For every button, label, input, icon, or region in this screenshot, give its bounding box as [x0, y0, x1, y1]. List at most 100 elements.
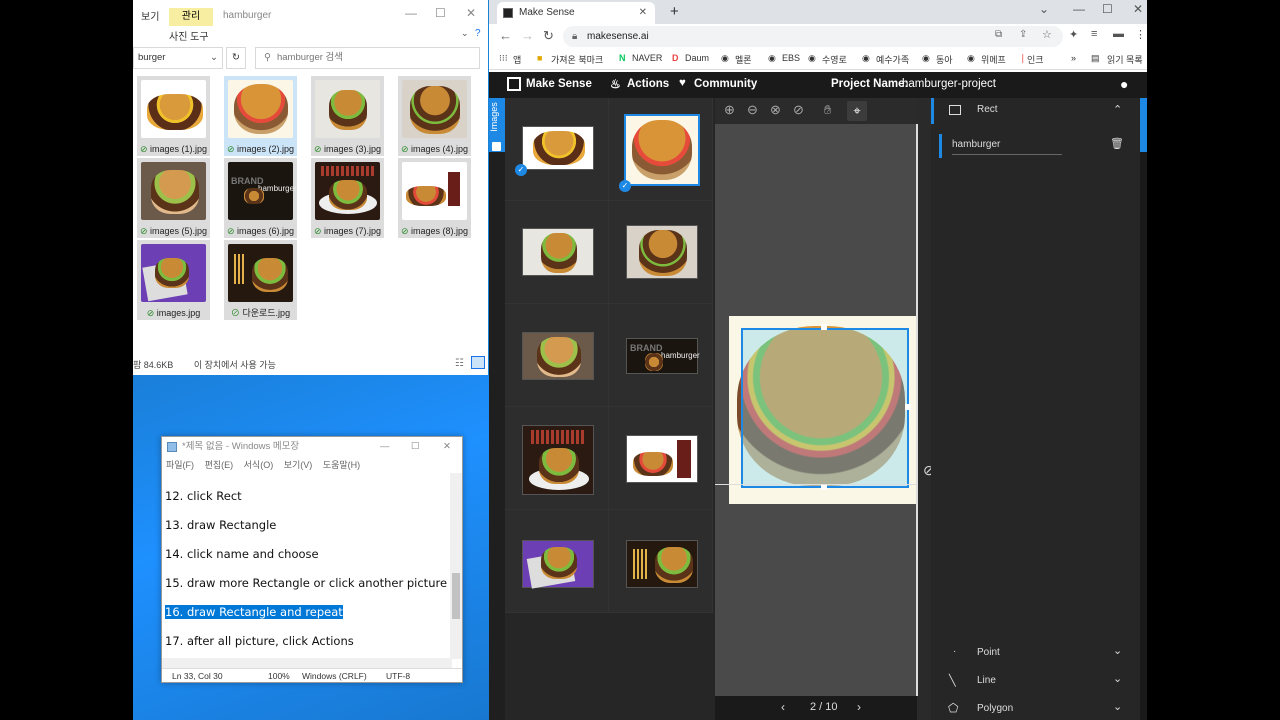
gallery-item[interactable]	[505, 510, 609, 613]
point-tool-header[interactable]: Point	[977, 647, 1000, 658]
bookmark-item[interactable]: EBS	[782, 53, 800, 63]
dropdown-icon[interactable]: ⌄	[210, 48, 218, 68]
community-menu[interactable]: Community	[694, 78, 757, 90]
bookmark-item[interactable]: 위메프	[981, 53, 1006, 66]
actions-menu[interactable]: Actions	[627, 78, 669, 90]
details-view-icon[interactable]: ☷	[455, 358, 464, 369]
chevron-up-icon[interactable]: ⌃	[1113, 103, 1122, 116]
labels-tab[interactable]	[1140, 98, 1147, 152]
bookmark-item[interactable]: 멜론	[735, 53, 752, 66]
bookmark-item[interactable]: 동아	[936, 53, 953, 66]
apps-icon[interactable]: ⁝⁝⁝	[499, 53, 508, 64]
close-icon[interactable]: ✕	[466, 6, 476, 20]
file-item[interactable]: ⊘ 다운로드.jpg	[224, 240, 297, 320]
maximize-icon[interactable]: ☐	[411, 437, 420, 457]
file-item[interactable]: ⊘ images (8).jpg	[398, 158, 471, 238]
close-tab-icon[interactable]: ✕	[639, 2, 647, 24]
notepad-text-area[interactable]: 12. click Rect 13. draw Rectangle 14. cl…	[162, 477, 450, 659]
next-page-icon[interactable]: ›	[857, 700, 861, 714]
bookmark-item[interactable]: 읽기 목록	[1107, 53, 1143, 66]
gallery-item[interactable]: ✓	[505, 98, 609, 201]
file-item[interactable]: ⊘ images (5).jpg	[137, 158, 210, 238]
images-tab[interactable]: Images	[489, 98, 505, 152]
zoom-in-icon[interactable]: ⊕	[724, 102, 735, 118]
file-item[interactable]: ⊘ images (3).jpg	[311, 76, 384, 156]
scroll-thumb[interactable]	[452, 573, 460, 619]
large-icons-view-icon[interactable]	[471, 356, 485, 369]
address-input[interactable]: 🔒︎ makesense.ai	[563, 26, 1063, 47]
line-tool-header[interactable]: Line	[977, 675, 996, 686]
chevron-down-icon[interactable]: ⌄	[1113, 672, 1122, 685]
help-icon[interactable]: ?	[475, 28, 481, 39]
label-row[interactable]: hamburger 🗑︎	[939, 134, 1124, 158]
project-name-input[interactable]: hamburger-project	[902, 78, 996, 90]
resize-handle[interactable]	[821, 324, 827, 330]
chevron-down-icon[interactable]: ⌄	[1113, 644, 1122, 657]
horizontal-scrollbar[interactable]	[162, 658, 452, 668]
prev-page-icon[interactable]: ‹	[781, 700, 785, 714]
file-item[interactable]: ⊘ images (4).jpg	[398, 76, 471, 156]
search-input[interactable]: ⚲ hamburger 검색	[255, 47, 480, 69]
minimize-icon[interactable]: —	[380, 437, 390, 457]
file-item[interactable]: BRAND hamburger ⊘ images (6).jpg	[224, 158, 297, 238]
gallery-item[interactable]	[505, 201, 609, 304]
extensions-icon[interactable]: ✦	[1069, 28, 1078, 41]
reload-icon[interactable]: ↻	[543, 28, 554, 44]
refresh-button[interactable]: ↻	[226, 47, 246, 69]
gallery-item[interactable]	[505, 407, 609, 510]
back-icon[interactable]: ←	[499, 28, 512, 43]
file-item[interactable]: ⊘ images (2).jpg	[224, 76, 297, 156]
share-icon[interactable]: ⇪	[1019, 29, 1027, 40]
gallery-item[interactable]: BRAND hamburger	[609, 304, 713, 407]
bookmark-item[interactable]: NAVER	[632, 53, 662, 63]
bookmark-star-icon[interactable]: ☆	[1042, 28, 1052, 41]
polygon-tool-header[interactable]: Polygon	[977, 703, 1013, 714]
close-icon[interactable]: ✕	[443, 437, 451, 457]
label-select[interactable]: hamburger	[952, 139, 1000, 150]
tab-manage[interactable]: 관리	[169, 8, 213, 26]
chevron-down-icon[interactable]: ⌄	[1113, 700, 1122, 713]
forward-icon[interactable]: →	[521, 28, 534, 43]
gallery-item-selected[interactable]: ✓	[609, 98, 713, 201]
browser-tab[interactable]: Make Sense ✕	[497, 2, 655, 24]
maximize-icon[interactable]: ☐	[1102, 2, 1113, 16]
gallery-item[interactable]	[609, 201, 713, 304]
gallery-item[interactable]	[609, 407, 713, 510]
media-icon[interactable]: ≡	[1091, 28, 1097, 40]
zoom-fit-icon[interactable]: ⊗	[770, 102, 781, 118]
minimize-icon[interactable]: —	[405, 6, 417, 20]
zoom-out-icon[interactable]: ⊖	[747, 102, 758, 118]
menu-help[interactable]: 도움말(H)	[323, 460, 360, 470]
bookmark-item[interactable]: 수영로	[822, 53, 847, 66]
close-icon[interactable]: ✕	[1133, 2, 1143, 16]
bookmark-item[interactable]: Daum	[685, 53, 709, 63]
crosshair-icon[interactable]: ⌖	[847, 101, 867, 121]
image-under-annotation[interactable]	[729, 316, 917, 504]
delete-icon[interactable]: 🗑︎	[1110, 137, 1124, 150]
address-bar[interactable]: burger ⌄	[133, 47, 223, 69]
tab-search-icon[interactable]: ⌄	[1039, 2, 1049, 16]
zoom-reset-icon[interactable]: ⊘	[793, 102, 804, 118]
gallery-item[interactable]	[505, 304, 609, 407]
maximize-icon[interactable]: ☐	[435, 6, 446, 20]
menu-view[interactable]: 보기(V)	[284, 460, 313, 470]
new-tab-icon[interactable]: +	[670, 3, 679, 20]
file-item[interactable]: ⊘ images.jpg	[137, 240, 210, 320]
resize-handle[interactable]	[905, 404, 911, 410]
file-item[interactable]: ⊘ images (7).jpg	[311, 158, 384, 238]
gallery-item[interactable]	[609, 510, 713, 613]
github-icon[interactable]: ●	[1120, 76, 1128, 92]
menu-file[interactable]: 파일(F)	[166, 460, 194, 470]
minimize-icon[interactable]: —	[1073, 2, 1085, 16]
bookmark-item[interactable]: 앱	[513, 53, 521, 66]
menu-kebab-icon[interactable]: ⋮	[1135, 28, 1146, 41]
more-bookmarks-icon[interactable]: »	[1071, 53, 1076, 63]
chevron-down-icon[interactable]: ⌄	[461, 28, 469, 39]
file-item[interactable]: ⊘ images (1).jpg	[137, 76, 210, 156]
annotation-rect[interactable]	[741, 328, 909, 488]
rect-tool-header[interactable]: Rect	[977, 104, 998, 115]
menu-edit[interactable]: 편집(E)	[205, 460, 234, 470]
tab-picture-tools[interactable]: 사진 도구	[169, 28, 209, 43]
bookmark-item[interactable]: 인크	[1027, 53, 1044, 66]
translate-icon[interactable]: ⧉	[995, 29, 1002, 40]
